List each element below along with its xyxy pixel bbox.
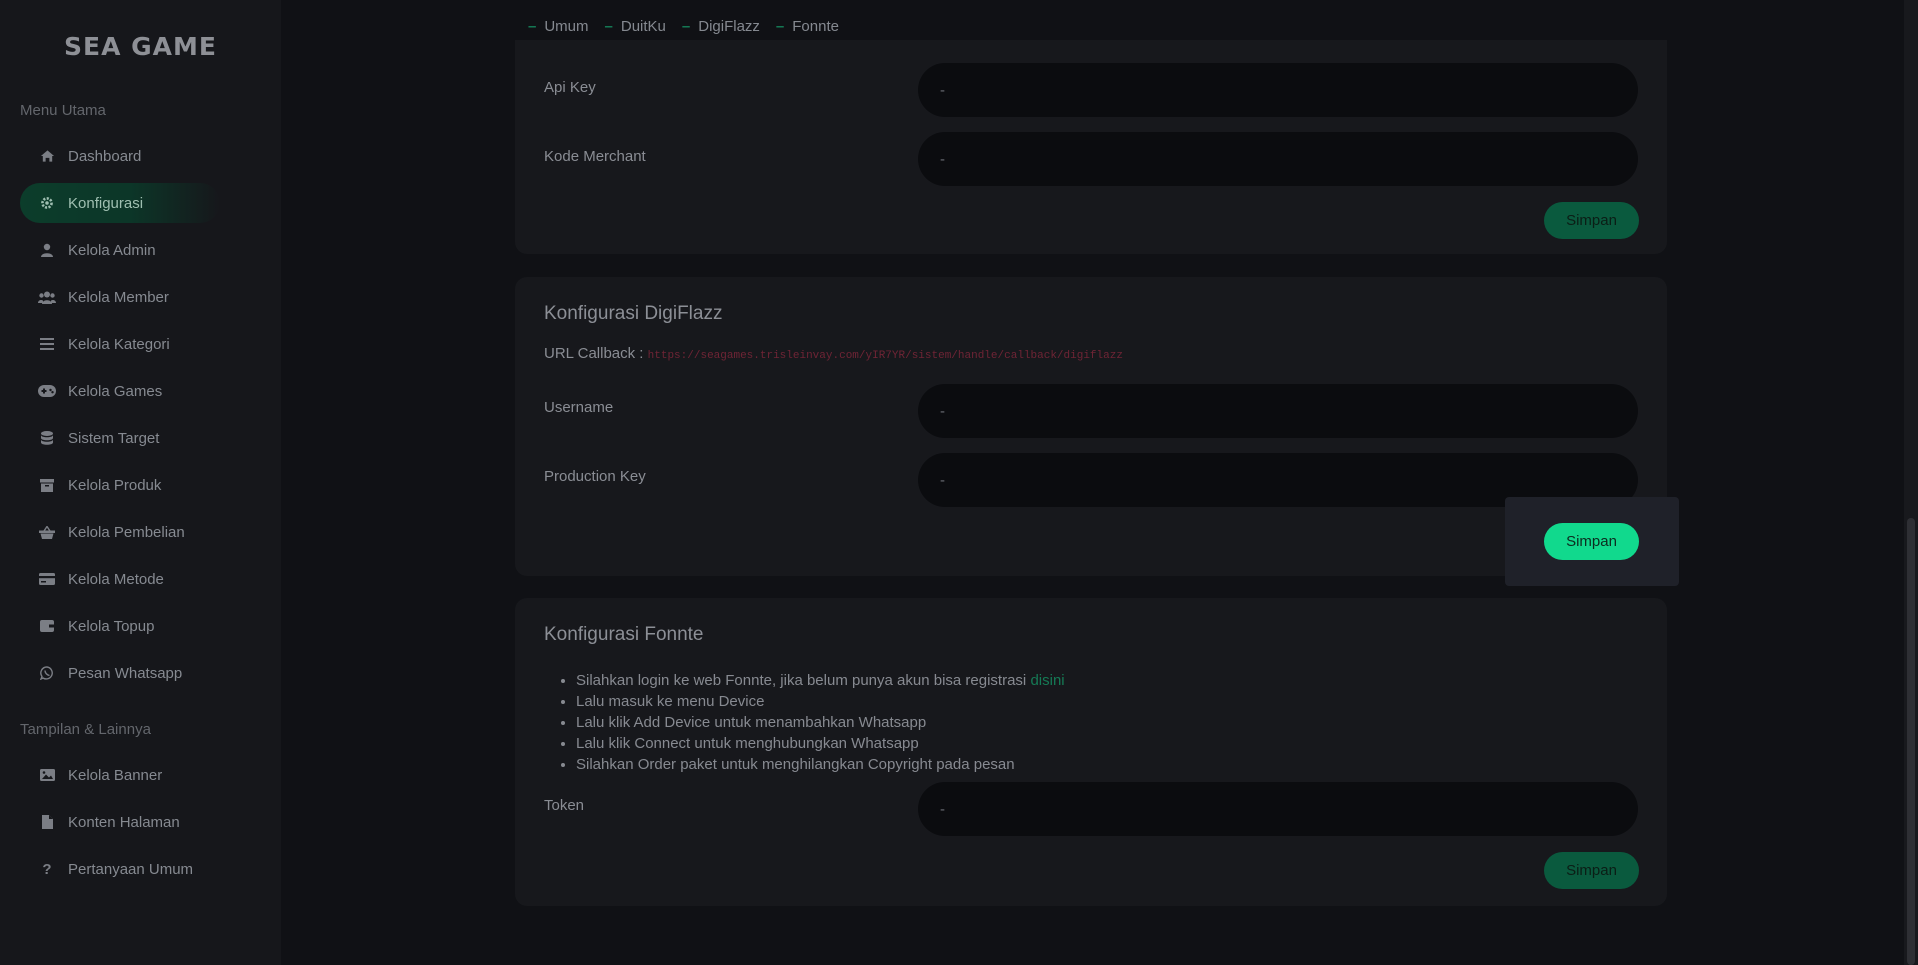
dash-icon: – xyxy=(681,18,691,35)
sidebar-item-kelola-banner[interactable]: Kelola Banner xyxy=(20,755,220,795)
sidebar-item-label: Konfigurasi xyxy=(68,194,144,212)
callback-label: URL Callback : xyxy=(544,345,644,362)
database-icon xyxy=(36,431,58,445)
sidebar-item-label: Kelola Banner xyxy=(68,766,163,784)
sidebar-item-kelola-admin[interactable]: Kelola Admin xyxy=(20,230,220,270)
sidebar-item-label: Kelola Produk xyxy=(68,476,162,494)
list-item: Lalu masuk ke menu Device xyxy=(576,691,1065,712)
sidebar-item-kelola-kategori[interactable]: Kelola Kategori xyxy=(20,324,220,364)
dash-icon: – xyxy=(775,18,785,35)
save-fonnte-button[interactable]: Simpan xyxy=(1544,852,1639,889)
list-icon xyxy=(36,338,58,350)
scrollbar-thumb[interactable] xyxy=(1907,518,1915,965)
fonnte-title: Konfigurasi Fonnte xyxy=(544,624,704,645)
sidebar-section-other: Tampilan & Lainnya xyxy=(20,721,151,738)
whatsapp-icon xyxy=(36,666,58,680)
kode-merchant-input[interactable]: - xyxy=(918,132,1638,186)
list-item: Silahkan login ke web Fonnte, jika belum… xyxy=(576,670,1065,691)
sidebar-item-kelola-pembelian[interactable]: Kelola Pembelian xyxy=(20,512,220,552)
image-icon xyxy=(36,769,58,781)
basket-icon xyxy=(36,525,58,539)
callback-url: https://seagames.trisleinvay.com/yIR7YR/… xyxy=(647,350,1123,362)
list-item: Lalu klik Add Device untuk menambahkan W… xyxy=(576,712,1065,733)
duitku-config-card: Api Key - Kode Merchant - Simpan xyxy=(515,40,1667,254)
sidebar-item-label: Kelola Kategori xyxy=(68,335,170,353)
tab-label: DigiFlazz xyxy=(698,18,760,35)
credit-card-icon xyxy=(36,573,58,585)
config-tabs: – Umum – DuitKu – DigiFlazz – Fonnte xyxy=(528,18,839,35)
gear-icon xyxy=(36,196,58,210)
tab-label: Umum xyxy=(544,18,589,35)
api-key-label: Api Key xyxy=(544,79,596,96)
sidebar-item-kelola-games[interactable]: Kelola Games xyxy=(20,371,220,411)
gamepad-icon xyxy=(36,385,58,397)
sidebar-item-konfigurasi[interactable]: Konfigurasi xyxy=(20,183,220,223)
digiflazz-config-card: Konfigurasi DigiFlazz URL Callback : htt… xyxy=(515,277,1667,576)
sidebar-item-kelola-member[interactable]: Kelola Member xyxy=(20,277,220,317)
sidebar-item-label: Kelola Pembelian xyxy=(68,523,185,541)
sidebar-section-main: Menu Utama xyxy=(20,102,106,119)
step-text: Silahkan login ke web Fonnte, jika belum… xyxy=(576,672,1031,689)
question-icon: ? xyxy=(42,860,52,878)
sidebar-item-pertanyaan-umum[interactable]: ? Pertanyaan Umum xyxy=(20,849,220,889)
sidebar-item-label: Konten Halaman xyxy=(68,813,180,831)
digiflazz-title: Konfigurasi DigiFlazz xyxy=(544,303,723,324)
sidebar-item-sistem-target[interactable]: Sistem Target xyxy=(20,418,220,458)
dash-icon: – xyxy=(604,18,613,35)
username-label: Username xyxy=(544,399,614,416)
sidebar-item-label: Kelola Admin xyxy=(68,241,156,259)
tab-fonnte[interactable]: – Fonnte xyxy=(776,18,839,35)
sidebar-item-label: Sistem Target xyxy=(68,429,160,447)
tab-umum[interactable]: – Umum xyxy=(528,18,589,35)
list-item: Silahkan Order paket untuk menghilangkan… xyxy=(576,754,1065,775)
tab-duitku[interactable]: – DuitKu xyxy=(605,18,666,35)
callback-row: URL Callback : https://seagames.trislein… xyxy=(544,345,1123,362)
token-input[interactable]: - xyxy=(918,782,1638,836)
save-digiflazz-button[interactable]: Simpan xyxy=(1544,523,1639,560)
user-icon xyxy=(36,243,58,257)
token-label: Token xyxy=(544,797,585,814)
sidebar-item-konten-halaman[interactable]: Konten Halaman xyxy=(20,802,220,842)
save-duitku-button[interactable]: Simpan xyxy=(1544,202,1639,239)
sidebar-item-pesan-whatsapp[interactable]: Pesan Whatsapp xyxy=(20,653,220,693)
sidebar-item-kelola-metode[interactable]: Kelola Metode xyxy=(20,559,220,599)
sidebar-item-label: Kelola Games xyxy=(68,382,163,400)
kode-merchant-label: Kode Merchant xyxy=(544,148,646,165)
fonnte-instructions: Silahkan login ke web Fonnte, jika belum… xyxy=(544,670,1065,775)
users-icon xyxy=(36,291,58,304)
sidebar-item-kelola-produk[interactable]: Kelola Produk xyxy=(20,465,220,505)
home-icon xyxy=(36,149,58,163)
production-key-label: Production Key xyxy=(544,468,646,485)
register-link[interactable]: disini xyxy=(1030,672,1064,689)
username-input[interactable]: - xyxy=(918,384,1638,438)
tab-digiflazz[interactable]: – DigiFlazz xyxy=(682,18,760,35)
sidebar-item-label: Kelola Topup xyxy=(68,617,155,635)
list-item: Lalu klik Connect untuk menghubungkan Wh… xyxy=(576,733,1065,754)
dash-icon: – xyxy=(528,18,537,35)
sidebar-item-kelola-topup[interactable]: Kelola Topup xyxy=(20,606,220,646)
wallet-icon xyxy=(36,620,58,632)
sidebar-item-dashboard[interactable]: Dashboard xyxy=(20,136,220,176)
sidebar-item-label: Pesan Whatsapp xyxy=(68,664,183,682)
tab-label: Fonnte xyxy=(792,18,839,35)
fonnte-config-card: Konfigurasi Fonnte Silahkan login ke web… xyxy=(515,598,1667,906)
file-icon xyxy=(36,815,58,829)
sidebar-item-label: Kelola Member xyxy=(68,288,169,306)
sidebar-item-label: Kelola Metode xyxy=(68,570,164,588)
api-key-input[interactable]: - xyxy=(918,63,1638,117)
box-icon xyxy=(36,478,58,492)
sidebar: SEA GAME Menu Utama Dashboard Konfiguras… xyxy=(0,0,281,965)
app-logo[interactable]: SEA GAME xyxy=(0,32,281,61)
sidebar-item-label: Dashboard xyxy=(68,147,142,165)
tab-label: DuitKu xyxy=(620,18,666,35)
sidebar-item-label: Pertanyaan Umum xyxy=(68,860,194,878)
